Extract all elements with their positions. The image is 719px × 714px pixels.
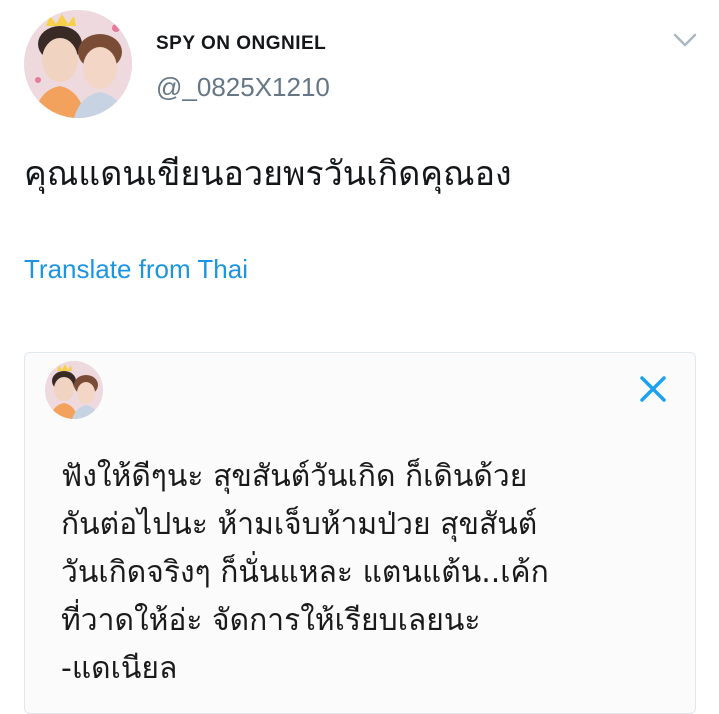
- note-line: -แดเนียล: [61, 651, 178, 686]
- note-line: ฟังให้ดีๆนะ สุขสันต์วันเกิด ก็เดินด้วย: [61, 459, 528, 494]
- profile-avatar[interactable]: [24, 10, 132, 118]
- user-handle[interactable]: @_0825X1210: [156, 72, 330, 103]
- note-avatar: [45, 361, 103, 419]
- avatar-photo: [24, 10, 132, 118]
- tweet-text: คุณแดนเขียนอวยพรวันเกิดคุณอง: [24, 154, 512, 194]
- note-text: ฟังให้ดีๆนะ สุขสันต์วันเกิด ก็เดินด้วย ก…: [61, 453, 549, 693]
- close-icon[interactable]: [635, 371, 671, 407]
- display-name[interactable]: SPY ON ONGNIEL: [156, 33, 326, 55]
- note-line: กันต่อไปนะ ห้ามเจ็บห้ามป่วย สุขสันต์: [61, 507, 538, 542]
- note-line: ที่วาดให้อ่ะ จัดการให้เรียบเลยนะ: [61, 603, 481, 638]
- chevron-down-icon[interactable]: [670, 28, 700, 52]
- embedded-note-card: ฟังให้ดีๆนะ สุขสันต์วันเกิด ก็เดินด้วย ก…: [24, 352, 696, 714]
- note-line: วันเกิดจริงๆ ก็นั่นแหละ แตนแต้น..เค้ก: [61, 555, 549, 590]
- translate-link[interactable]: Translate from Thai: [24, 254, 248, 285]
